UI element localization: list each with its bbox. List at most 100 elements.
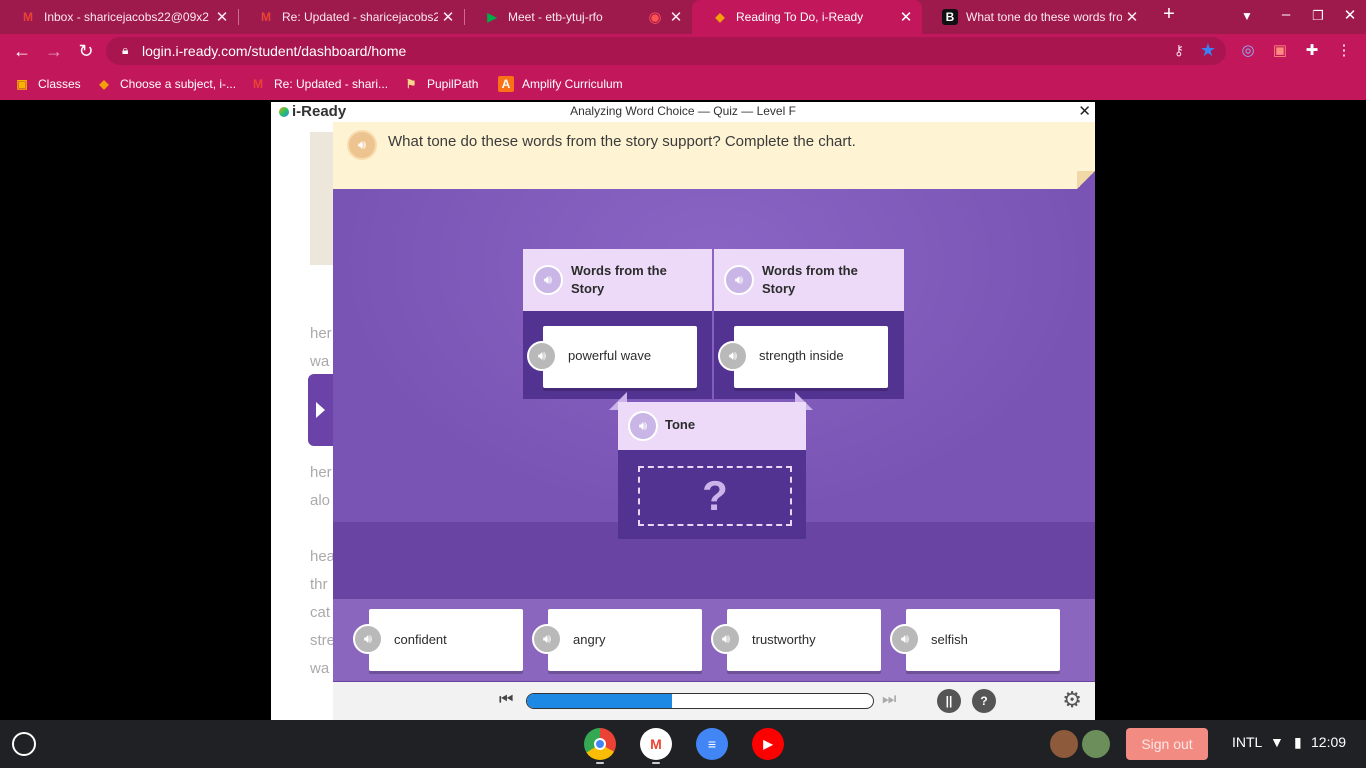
battery-icon[interactable]: ▮ <box>1294 734 1302 751</box>
reload-icon[interactable]: ↻ <box>74 39 98 63</box>
key-icon[interactable]: ⚷ <box>1174 42 1184 59</box>
amplify-icon: A <box>498 76 514 92</box>
youtube-icon[interactable]: ▶ <box>752 728 784 760</box>
tab-label: What tone do these words from <box>966 10 1122 24</box>
back-icon[interactable]: ← <box>10 39 34 63</box>
tab-close-icon[interactable]: ✕ <box>666 8 686 26</box>
choice-label: angry <box>573 632 606 647</box>
extension-circle-icon[interactable]: ◎ <box>1238 41 1258 61</box>
docs-icon[interactable]: ≡ <box>696 728 728 760</box>
choice-confident[interactable]: confident <box>369 609 523 671</box>
gmail-icon[interactable]: M <box>640 728 672 760</box>
chrome-icon[interactable] <box>584 728 616 760</box>
tab-close-icon[interactable]: ✕ <box>212 8 232 26</box>
iready-icon: ◆ <box>715 10 725 24</box>
bookmark-label: Amplify Curriculum <box>522 77 623 91</box>
speaker-icon: 🔊︎ <box>900 631 910 646</box>
column-audio-button[interactable]: 🔊︎ <box>533 265 563 295</box>
story-line: her <box>310 325 332 342</box>
launcher-icon[interactable] <box>12 732 36 756</box>
answer-choices: confident 🔊︎ angry 🔊︎ trustworthy 🔊︎ sel… <box>333 599 1095 681</box>
tone-header: 🔊︎ Tone <box>618 402 806 450</box>
pause-button[interactable]: || <box>937 689 961 713</box>
column-header: 🔊︎ Words from the Story <box>714 249 904 311</box>
choice-label: confident <box>394 632 447 647</box>
new-tab-button[interactable]: + <box>1158 3 1180 26</box>
running-indicator <box>596 762 604 764</box>
tab-close-icon[interactable]: ✕ <box>438 8 458 26</box>
card-audio-button[interactable]: 🔊︎ <box>527 341 557 371</box>
card-label: strength inside <box>759 348 844 363</box>
bookmark-re-updated[interactable]: M Re: Updated - shari... <box>250 76 388 92</box>
tab-re-updated[interactable]: M Re: Updated - sharicejacobs22 ✕ <box>238 0 464 34</box>
app-title-bar: i-Ready Analyzing Word Choice — Quiz — L… <box>271 102 1095 122</box>
story-line: thr <box>310 576 328 593</box>
gmail-icon: M <box>261 10 271 24</box>
tab-close-icon[interactable]: ✕ <box>896 8 916 26</box>
minimize-icon[interactable]: – <box>1275 6 1297 23</box>
column-title: Words from the Story <box>762 263 858 296</box>
recording-icon: ◉ <box>648 9 662 26</box>
window-close-icon[interactable]: ✕ <box>1339 6 1361 24</box>
choice-audio-button[interactable]: 🔊︎ <box>890 624 920 654</box>
choice-angry[interactable]: angry <box>548 609 702 671</box>
avatar[interactable] <box>1048 728 1080 760</box>
gmail-icon: M <box>253 77 263 91</box>
skip-forward-icon[interactable]: ⏭ <box>882 691 896 709</box>
tab-brainly[interactable]: B What tone do these words from ✕ <box>922 0 1148 34</box>
speaker-icon: 🔊︎ <box>363 631 373 646</box>
iready-icon: ◆ <box>99 77 109 91</box>
story-panel-toggle[interactable] <box>308 374 333 446</box>
ime-indicator[interactable]: INTL <box>1232 734 1262 750</box>
choice-audio-button[interactable]: 🔊︎ <box>353 624 383 654</box>
tab-inbox[interactable]: M Inbox - sharicejacobs22@09x2 ✕ <box>0 0 238 34</box>
tone-drop-zone[interactable]: ? <box>638 466 792 526</box>
story-line: stre <box>310 632 333 649</box>
bookmark-label: Choose a subject, i-... <box>120 77 237 91</box>
kebab-menu-icon[interactable]: ⋮ <box>1334 41 1354 61</box>
bookmark-classes[interactable]: ▣ Classes <box>14 76 81 92</box>
bookmark-choose-subject[interactable]: ◆ Choose a subject, i-... <box>96 76 236 92</box>
extension-square-icon[interactable]: ▣ <box>1270 41 1290 61</box>
column-header: 🔊︎ Words from the Story <box>523 249 712 311</box>
choice-trustworthy[interactable]: trustworthy <box>727 609 881 671</box>
pupilpath-icon: ⚑ <box>405 77 417 91</box>
clock[interactable]: 12:09 <box>1311 734 1346 750</box>
forward-icon[interactable]: → <box>42 39 66 63</box>
bookmark-star-icon[interactable]: ★ <box>1200 40 1216 61</box>
close-lesson-icon[interactable]: ✕ <box>1078 102 1091 120</box>
tab-label: Re: Updated - sharicejacobs22 <box>282 10 438 24</box>
iready-page: i-Ready Analyzing Word Choice — Quiz — L… <box>271 102 1095 720</box>
bookmark-pupilpath[interactable]: ⚑ PupilPath <box>403 76 479 92</box>
choice-audio-button[interactable]: 🔊︎ <box>532 624 562 654</box>
restore-icon[interactable]: ❐ <box>1307 8 1329 24</box>
skip-back-icon[interactable]: ⏮ <box>499 691 513 709</box>
column-audio-button[interactable]: 🔊︎ <box>724 265 754 295</box>
help-button[interactable]: ? <box>972 689 996 713</box>
word-card-strength-inside[interactable]: strength inside <box>734 326 888 388</box>
tone-audio-button[interactable]: 🔊︎ <box>628 411 658 441</box>
card-audio-button[interactable]: 🔊︎ <box>718 341 748 371</box>
choice-audio-button[interactable]: 🔊︎ <box>711 624 741 654</box>
extensions-puzzle-icon[interactable]: ✚ <box>1302 41 1322 61</box>
tab-iready[interactable]: ◆ Reading To Do, i-Ready ✕ <box>692 0 922 34</box>
bookmark-amplify[interactable]: A Amplify Curriculum <box>498 76 623 92</box>
address-bar[interactable]: 🔒︎ login.i-ready.com/student/dashboard/h… <box>106 37 1226 65</box>
quiz-stage: 🔊︎ What tone do these words from the sto… <box>333 122 1095 682</box>
question-audio-button[interactable]: 🔊︎ <box>347 130 377 160</box>
speaker-icon: 🔊︎ <box>357 137 367 152</box>
choice-selfish[interactable]: selfish <box>906 609 1060 671</box>
sign-out-button[interactable]: Sign out <box>1126 728 1208 760</box>
avatar[interactable] <box>1080 728 1112 760</box>
column-title: Words from the Story <box>571 263 667 296</box>
story-line: alo <box>310 492 331 509</box>
word-card-powerful-wave[interactable]: powerful wave <box>543 326 697 388</box>
wifi-icon[interactable]: ▼ <box>1270 734 1284 750</box>
tab-search-icon[interactable]: ▼ <box>1236 9 1258 23</box>
settings-gear-icon[interactable]: ⚙ <box>1062 688 1082 712</box>
tab-close-icon[interactable]: ✕ <box>1122 8 1142 26</box>
story-image <box>310 132 333 265</box>
bookmark-label: Classes <box>38 77 81 91</box>
tab-label: Reading To Do, i-Ready <box>736 10 864 24</box>
tab-meet[interactable]: ▶ Meet - etb-ytuj-rfo ◉ ✕ <box>464 0 692 34</box>
